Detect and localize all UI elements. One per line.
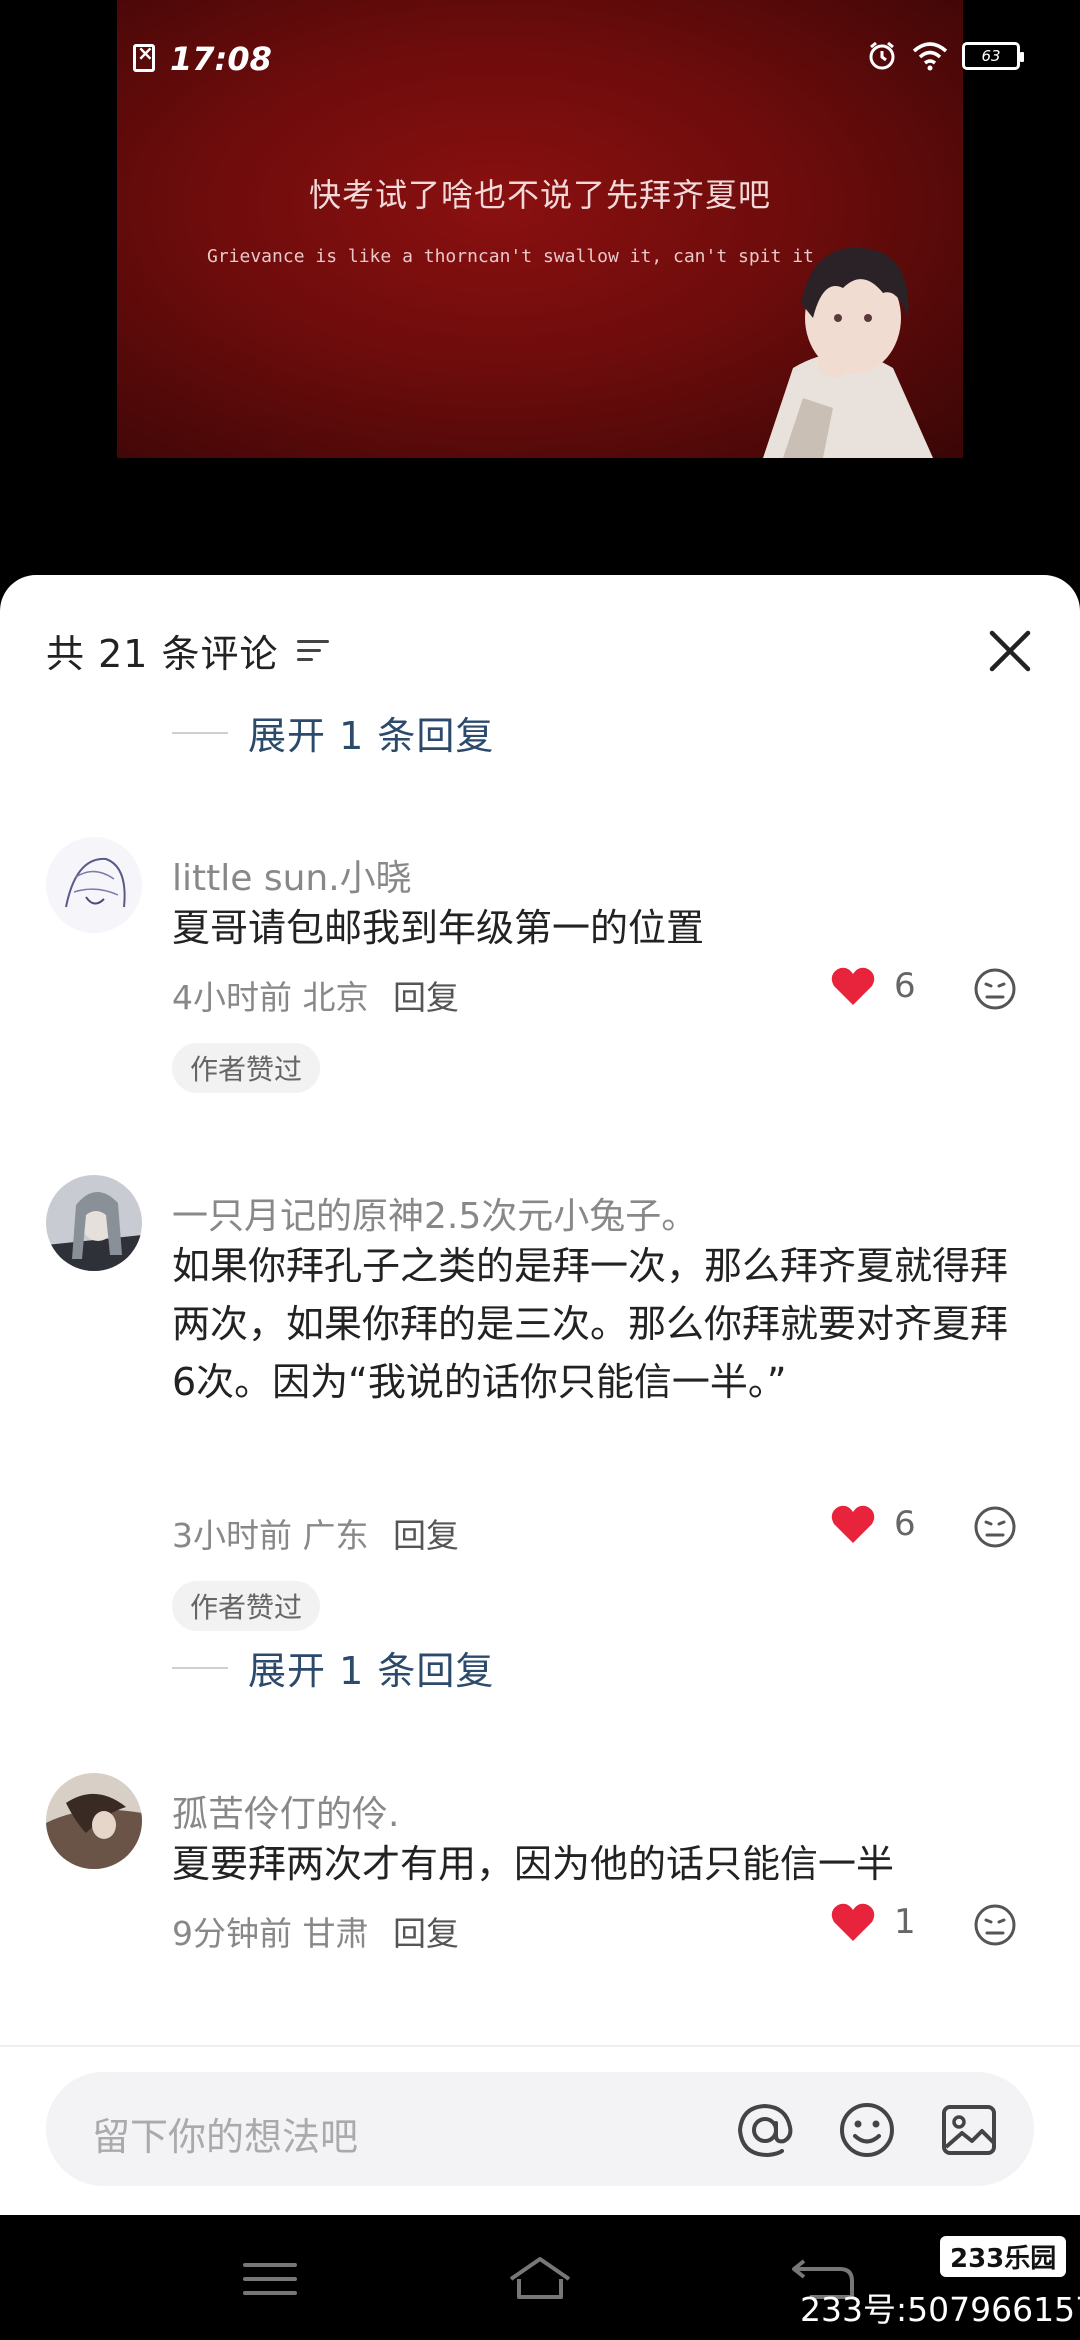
dislike-icon[interactable]: [972, 1902, 1018, 1948]
close-icon[interactable]: [980, 621, 1040, 681]
reply-button[interactable]: 回复: [393, 1516, 459, 1555]
heart-icon: [831, 1505, 875, 1543]
comment-meta: 3小时前 广东 回复: [172, 1509, 459, 1557]
reply-button[interactable]: 回复: [393, 1914, 459, 1953]
emoji-icon[interactable]: [836, 2099, 898, 2161]
comment-time: 4小时前: [172, 978, 292, 1017]
comment-count: 共 21 条评论: [46, 631, 279, 676]
comment-input[interactable]: 留下你的想法吧: [46, 2072, 1034, 2186]
author-liked-badge: 作者赞过: [172, 1043, 321, 1093]
status-icons: 63: [866, 40, 1024, 72]
comment-location: 北京: [302, 978, 369, 1017]
dislike-icon[interactable]: [972, 1504, 1018, 1550]
video-area[interactable]: 快考试了啥也不说了先拜齐夏吧 Grievance is like a thorn…: [0, 0, 1080, 600]
expand-replies-button[interactable]: 展开 1 条回复: [172, 1640, 494, 1695]
sim-status-icon: [133, 41, 155, 72]
expand-replies-button[interactable]: 展开 1 条回复: [172, 705, 494, 760]
alarm-icon: [869, 41, 895, 70]
avatar[interactable]: [46, 1773, 142, 1869]
expand-replies-label: 展开 1 条回复: [248, 1649, 495, 1693]
heart-icon: [831, 1903, 875, 1941]
comment-location: 广东: [302, 1516, 369, 1555]
battery-icon: 63: [962, 42, 1024, 70]
like-count: 6: [894, 966, 916, 1006]
avatar[interactable]: [46, 1175, 142, 1271]
status-time: 17:08: [170, 40, 272, 78]
mention-icon[interactable]: [734, 2099, 796, 2161]
comment-time: 3小时前: [172, 1516, 292, 1555]
comment-location: 甘肃: [302, 1914, 369, 1953]
watermark-id: 233号:507966157: [800, 2290, 1080, 2329]
expand-replies-label: 展开 1 条回复: [248, 714, 495, 758]
comment-username[interactable]: little sun.小晓: [172, 849, 412, 901]
watermark-logo: 233乐园: [940, 2236, 1067, 2277]
avatar[interactable]: [46, 837, 142, 933]
comments-sheet: 共 21 条评论 展开 1 条回复 little sun.小晓 夏哥请包邮我到年…: [0, 575, 1080, 2215]
comment-username[interactable]: 一只月记的原神2.5次元小兔子。: [172, 1187, 697, 1239]
like-button[interactable]: 6: [830, 965, 916, 1007]
like-button[interactable]: 6: [830, 1503, 916, 1545]
comment-text: 夏哥请包邮我到年级第一的位置: [172, 906, 705, 950]
anime-character-illustration: [763, 247, 933, 458]
dislike-icon[interactable]: [972, 966, 1018, 1012]
sheet-header: 共 21 条评论: [46, 615, 1040, 685]
divider: [172, 1666, 228, 1669]
comment-meta: 9分钟前 甘肃 回复: [172, 1907, 459, 1955]
divider: [172, 731, 228, 734]
sort-filter-icon[interactable]: [296, 636, 331, 664]
author-liked-badge: 作者赞过: [172, 1581, 321, 1631]
comment-time: 9分钟前: [172, 1914, 292, 1953]
like-count: 1: [894, 1902, 916, 1942]
like-count: 6: [894, 1504, 916, 1544]
comment-username[interactable]: 孤苦伶仃的伶.: [172, 1785, 399, 1837]
image-icon[interactable]: [938, 2099, 1000, 2161]
comment-text: 夏要拜两次才有用，因为他的话只能信一半: [172, 1842, 895, 1886]
comment-text: 如果你拜孔子之类的是拜一次，那么拜齐夏就得拜两次，如果你拜的是三次。那么你拜就要…: [172, 1244, 1009, 1404]
menu-icon[interactable]: [235, 2251, 305, 2307]
heart-icon: [831, 967, 875, 1005]
input-placeholder: 留下你的想法吧: [92, 2115, 359, 2159]
like-button[interactable]: 1: [830, 1901, 916, 1943]
wifi-icon: [912, 42, 948, 71]
reply-button[interactable]: 回复: [393, 978, 459, 1017]
home-icon[interactable]: [505, 2251, 575, 2307]
comment-meta: 4小时前 北京 回复: [172, 971, 459, 1019]
comment-input-bar: 留下你的想法吧: [0, 2045, 1080, 2215]
